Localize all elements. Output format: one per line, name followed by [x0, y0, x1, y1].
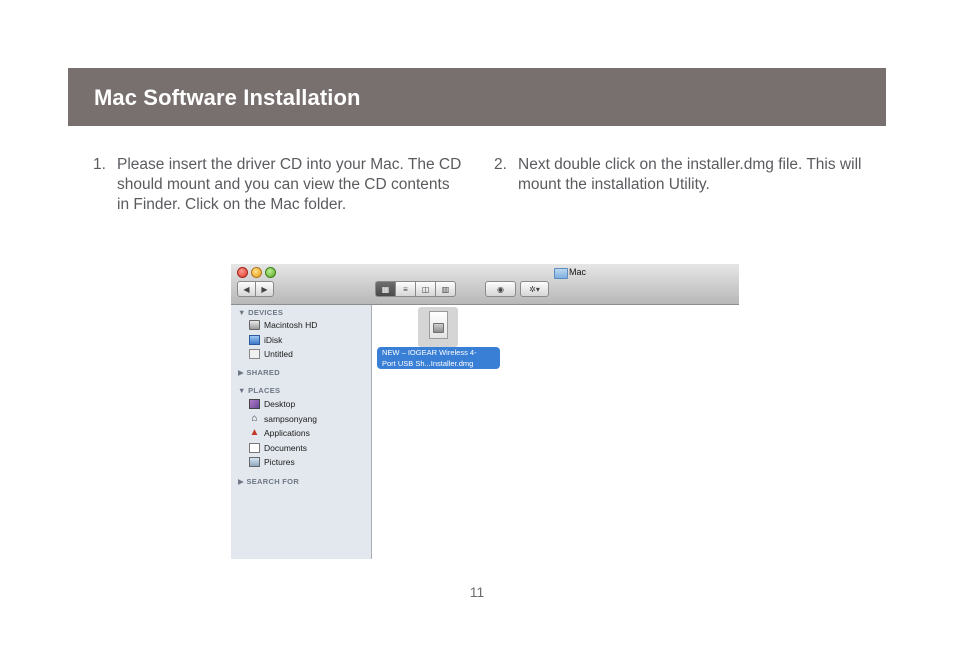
window-title-text: Mac — [569, 267, 587, 277]
sidebar-header-devices[interactable]: ▼ DEVICES — [238, 308, 283, 317]
applications-icon: ▲ — [249, 427, 260, 438]
finder-sidebar: ▼ DEVICES Macintosh HD iDisk Untitled ▶ … — [231, 305, 372, 559]
sidebar-item-idisk[interactable]: iDisk — [249, 334, 282, 346]
forward-button[interactable]: ▶ — [255, 281, 274, 297]
sidebar-item-label: Desktop — [264, 399, 296, 409]
disc-icon — [249, 349, 260, 359]
minimize-window-icon[interactable] — [251, 267, 262, 278]
idisk-icon — [249, 335, 260, 345]
sidebar-item-untitled[interactable]: Untitled — [249, 348, 293, 360]
close-window-icon[interactable] — [237, 267, 248, 278]
column-view-button[interactable]: ◫ — [415, 281, 436, 297]
section-header-bar: Mac Software Installation — [68, 68, 886, 126]
hard-drive-icon — [249, 320, 260, 330]
sidebar-header-places[interactable]: ▼ PLACES — [238, 386, 280, 395]
documents-icon — [249, 443, 260, 453]
step-2-number: 2. — [494, 156, 507, 173]
finder-window-screenshot: Mac ◀ ▶ ▦ ≡ ◫ ▥ ◉ ✲▾ ▼ DEVICES Macintosh… — [231, 264, 739, 559]
page-number: 11 — [469, 584, 485, 600]
window-title: Mac — [554, 267, 587, 279]
finder-titlebar: Mac ◀ ▶ ▦ ≡ ◫ ▥ ◉ ✲▾ — [231, 264, 739, 305]
coverflow-view-button[interactable]: ▥ — [435, 281, 456, 297]
sidebar-item-desktop[interactable]: Desktop — [249, 398, 295, 410]
pictures-icon — [249, 457, 260, 467]
sidebar-item-applications[interactable]: ▲ Applications — [249, 427, 310, 439]
document-icon — [429, 311, 448, 339]
sidebar-header-search-for[interactable]: ▶ SEARCH FOR — [238, 477, 299, 486]
dmg-file-icon[interactable] — [418, 307, 458, 347]
sidebar-item-macintosh-hd[interactable]: Macintosh HD — [249, 319, 317, 331]
desktop-icon — [249, 399, 260, 409]
sidebar-item-label: Untitled — [264, 349, 293, 359]
sidebar-item-documents[interactable]: Documents — [249, 442, 307, 454]
step-1-text: Please insert the driver CD into your Ma… — [117, 156, 462, 213]
action-menu-button[interactable]: ✲▾ — [520, 281, 549, 297]
folder-icon — [554, 268, 568, 279]
dmg-file-name[interactable]: NEW – IOGEAR Wireless 4- Port USB Sh...I… — [377, 347, 500, 369]
list-view-button[interactable]: ≡ — [395, 281, 416, 297]
zoom-window-icon[interactable] — [265, 267, 276, 278]
quick-look-button[interactable]: ◉ — [485, 281, 516, 297]
back-button[interactable]: ◀ — [237, 281, 256, 297]
file-name-line-1: NEW – IOGEAR Wireless 4- — [382, 348, 477, 357]
sidebar-item-label: Documents — [264, 443, 307, 453]
finder-content-pane: NEW – IOGEAR Wireless 4- Port USB Sh...I… — [372, 305, 739, 559]
sidebar-item-label: Macintosh HD — [264, 320, 318, 330]
home-icon: ⌂ — [251, 413, 258, 424]
sidebar-item-label: Applications — [264, 428, 310, 438]
sidebar-item-label: sampsonyang — [264, 414, 317, 424]
sidebar-item-home[interactable]: ⌂ sampsonyang — [249, 413, 317, 425]
sidebar-item-label: Pictures — [264, 457, 295, 467]
disk-image-icon — [433, 323, 444, 333]
step-2-text: Next double click on the installer.dmg f… — [518, 156, 862, 193]
sidebar-header-shared[interactable]: ▶ SHARED — [238, 368, 280, 377]
section-title: Mac Software Installation — [94, 85, 361, 110]
step-1-number: 1. — [93, 156, 106, 173]
file-name-line-2: Port USB Sh...Installer.dmg — [382, 359, 474, 368]
icon-view-button[interactable]: ▦ — [375, 281, 396, 297]
sidebar-item-label: iDisk — [264, 335, 283, 345]
sidebar-item-pictures[interactable]: Pictures — [249, 456, 295, 468]
